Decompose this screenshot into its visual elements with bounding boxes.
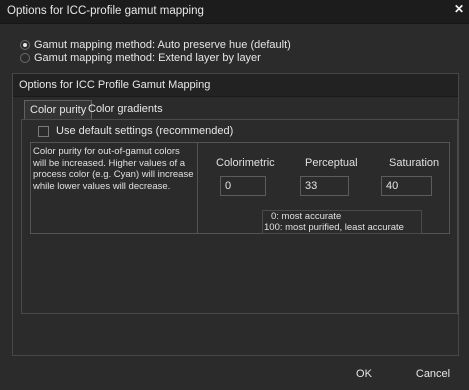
close-icon[interactable]: ✕ — [449, 0, 469, 20]
gamut-mapping-group: Options for ICC Profile Gamut Mapping Co… — [12, 73, 459, 356]
color-purity-panel: Use default settings (recommended) Color… — [21, 119, 458, 314]
cancel-button[interactable]: Cancel — [402, 363, 464, 385]
tab-color-gradients[interactable]: Color gradients — [83, 100, 168, 120]
legend-line-most-accurate: 0: most accurate — [271, 211, 342, 222]
default-settings-checkbox-row[interactable]: Use default settings (recommended) — [38, 125, 233, 137]
ok-button[interactable]: OK — [334, 363, 394, 385]
radio-button-selected[interactable] — [20, 40, 30, 50]
perceptual-label: Perceptual — [305, 157, 358, 169]
radio-extend-layer-by-layer[interactable]: Gamut mapping method: Extend layer by la… — [20, 51, 261, 65]
colorimetric-input[interactable] — [220, 176, 266, 196]
saturation-label: Saturation — [389, 157, 440, 169]
title-bar: Options for ICC-profile gamut mapping ✕ — [0, 0, 469, 24]
tab-color-purity[interactable]: Color purity — [24, 100, 93, 120]
colorimetric-label: Colorimetric — [216, 157, 275, 169]
accuracy-legend: 0: most accurate 100: most purified, lea… — [262, 210, 422, 234]
window-title: Options for ICC-profile gamut mapping — [7, 5, 204, 17]
default-settings-checkbox[interactable] — [38, 125, 49, 137]
perceptual-input[interactable] — [300, 176, 349, 196]
radio-label: Gamut mapping method: Auto preserve hue … — [34, 39, 291, 51]
default-settings-label: Use default settings (recommended) — [56, 125, 234, 137]
radio-button[interactable] — [20, 53, 30, 63]
saturation-input[interactable] — [381, 176, 432, 196]
radio-auto-preserve-hue[interactable]: Gamut mapping method: Auto preserve hue … — [20, 38, 291, 52]
legend-line-most-purified: 100: most purified, least accurate — [264, 221, 404, 233]
radio-label: Gamut mapping method: Extend layer by la… — [34, 52, 261, 64]
purity-description: Color purity for out-of-gamut colors wil… — [30, 142, 198, 234]
group-title: Options for ICC Profile Gamut Mapping — [13, 74, 458, 97]
